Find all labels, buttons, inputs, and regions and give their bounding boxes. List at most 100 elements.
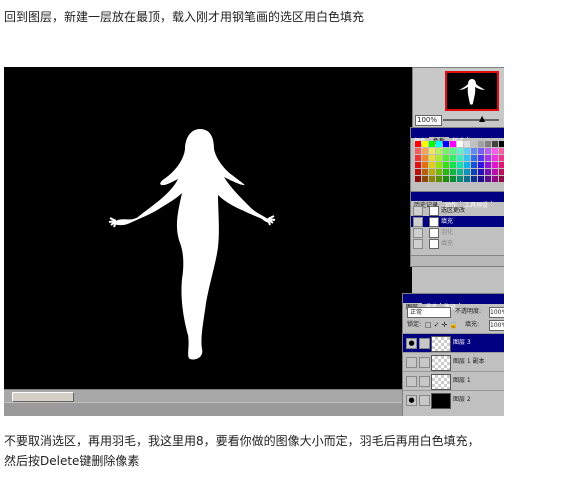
opacity-field[interactable]: 100% <box>489 307 504 318</box>
color-swatch[interactable] <box>450 155 456 161</box>
color-swatch[interactable] <box>471 155 477 161</box>
color-swatch[interactable] <box>464 141 470 147</box>
lock-icon[interactable]: □✓✛🔒 <box>425 320 460 330</box>
history-brush-source[interactable] <box>413 239 423 249</box>
swatch-grid[interactable] <box>415 141 504 182</box>
color-swatch[interactable] <box>450 162 456 168</box>
history-brush-source[interactable] <box>413 228 423 238</box>
color-swatch[interactable] <box>436 155 442 161</box>
color-swatch[interactable] <box>450 169 456 175</box>
color-swatch[interactable] <box>457 155 463 161</box>
color-swatch[interactable] <box>436 148 442 154</box>
color-swatch[interactable] <box>478 176 484 182</box>
history-brush-source[interactable] <box>413 217 423 227</box>
color-swatch[interactable] <box>485 141 491 147</box>
color-swatch[interactable] <box>471 162 477 168</box>
color-swatch[interactable] <box>464 155 470 161</box>
color-swatch[interactable] <box>485 162 491 168</box>
color-swatch[interactable] <box>478 169 484 175</box>
color-swatch[interactable] <box>422 176 428 182</box>
navigator-thumbnail[interactable] <box>445 71 499 111</box>
color-swatch[interactable] <box>499 148 504 154</box>
color-swatch[interactable] <box>443 176 449 182</box>
layer-row[interactable]: 图层 1 <box>403 371 504 390</box>
color-swatch[interactable] <box>429 148 435 154</box>
color-swatch[interactable] <box>429 176 435 182</box>
layer-row[interactable]: ● 图层 2 <box>403 390 504 409</box>
color-swatch[interactable] <box>415 148 421 154</box>
history-brush-source[interactable] <box>413 206 423 216</box>
color-swatch[interactable] <box>471 148 477 154</box>
horizontal-scrollbar[interactable] <box>4 389 414 402</box>
color-swatch[interactable] <box>450 176 456 182</box>
color-swatch[interactable] <box>492 155 498 161</box>
color-swatch[interactable] <box>457 162 463 168</box>
color-swatch[interactable] <box>464 176 470 182</box>
color-swatch[interactable] <box>422 148 428 154</box>
color-swatch[interactable] <box>478 155 484 161</box>
color-swatch[interactable] <box>499 141 504 147</box>
color-swatch[interactable] <box>415 162 421 168</box>
color-swatch[interactable] <box>422 155 428 161</box>
color-swatch[interactable] <box>464 162 470 168</box>
color-swatch[interactable] <box>492 162 498 168</box>
color-swatch[interactable] <box>436 169 442 175</box>
link-icon[interactable] <box>419 395 430 406</box>
color-swatch[interactable] <box>429 162 435 168</box>
color-swatch[interactable] <box>450 141 456 147</box>
color-swatch[interactable] <box>429 155 435 161</box>
color-swatch[interactable] <box>443 148 449 154</box>
color-swatch[interactable] <box>415 176 421 182</box>
history-item[interactable]: 选区更改 <box>411 205 504 216</box>
color-swatch[interactable] <box>478 148 484 154</box>
color-swatch[interactable] <box>443 169 449 175</box>
color-swatch[interactable] <box>485 155 491 161</box>
color-swatch[interactable] <box>457 169 463 175</box>
color-swatch[interactable] <box>415 141 421 147</box>
link-icon[interactable] <box>419 357 430 368</box>
color-swatch[interactable] <box>492 141 498 147</box>
history-item[interactable]: 羽化 <box>411 227 504 238</box>
color-swatch[interactable] <box>436 176 442 182</box>
color-swatch[interactable] <box>471 141 477 147</box>
eye-icon[interactable]: ● <box>406 338 417 349</box>
zoom-slider-knob[interactable]: ▲ <box>479 115 485 123</box>
color-swatch[interactable] <box>436 162 442 168</box>
zoom-slider[interactable] <box>443 119 499 121</box>
color-swatch[interactable] <box>471 169 477 175</box>
color-swatch[interactable] <box>492 169 498 175</box>
color-swatch[interactable] <box>415 169 421 175</box>
fill-field[interactable]: 100% <box>489 320 504 331</box>
color-swatch[interactable] <box>443 162 449 168</box>
blend-mode-select[interactable]: 正常 <box>407 307 451 318</box>
color-swatch[interactable] <box>422 141 428 147</box>
color-swatch[interactable] <box>443 141 449 147</box>
color-swatch[interactable] <box>464 169 470 175</box>
color-swatch[interactable] <box>457 141 463 147</box>
color-swatch[interactable] <box>499 176 504 182</box>
scroll-thumb[interactable] <box>12 392 74 402</box>
color-swatch[interactable] <box>450 148 456 154</box>
color-swatch[interactable] <box>485 148 491 154</box>
color-swatch[interactable] <box>478 141 484 147</box>
layer-row[interactable]: 图层 1 副本 <box>403 352 504 371</box>
color-swatch[interactable] <box>457 148 463 154</box>
brush-icon[interactable] <box>419 338 430 349</box>
history-item[interactable]: 填充 <box>411 216 504 227</box>
color-swatch[interactable] <box>478 162 484 168</box>
color-swatch[interactable] <box>415 155 421 161</box>
color-swatch[interactable] <box>436 141 442 147</box>
color-swatch[interactable] <box>492 148 498 154</box>
eye-icon[interactable] <box>406 376 417 387</box>
color-swatch[interactable] <box>457 176 463 182</box>
color-swatch[interactable] <box>422 162 428 168</box>
color-swatch[interactable] <box>471 176 477 182</box>
color-swatch[interactable] <box>443 155 449 161</box>
color-swatch[interactable] <box>499 169 504 175</box>
eye-icon[interactable] <box>406 357 417 368</box>
color-swatch[interactable] <box>492 176 498 182</box>
color-swatch[interactable] <box>429 169 435 175</box>
link-icon[interactable] <box>419 376 430 387</box>
color-swatch[interactable] <box>464 148 470 154</box>
color-swatch[interactable] <box>429 141 435 147</box>
